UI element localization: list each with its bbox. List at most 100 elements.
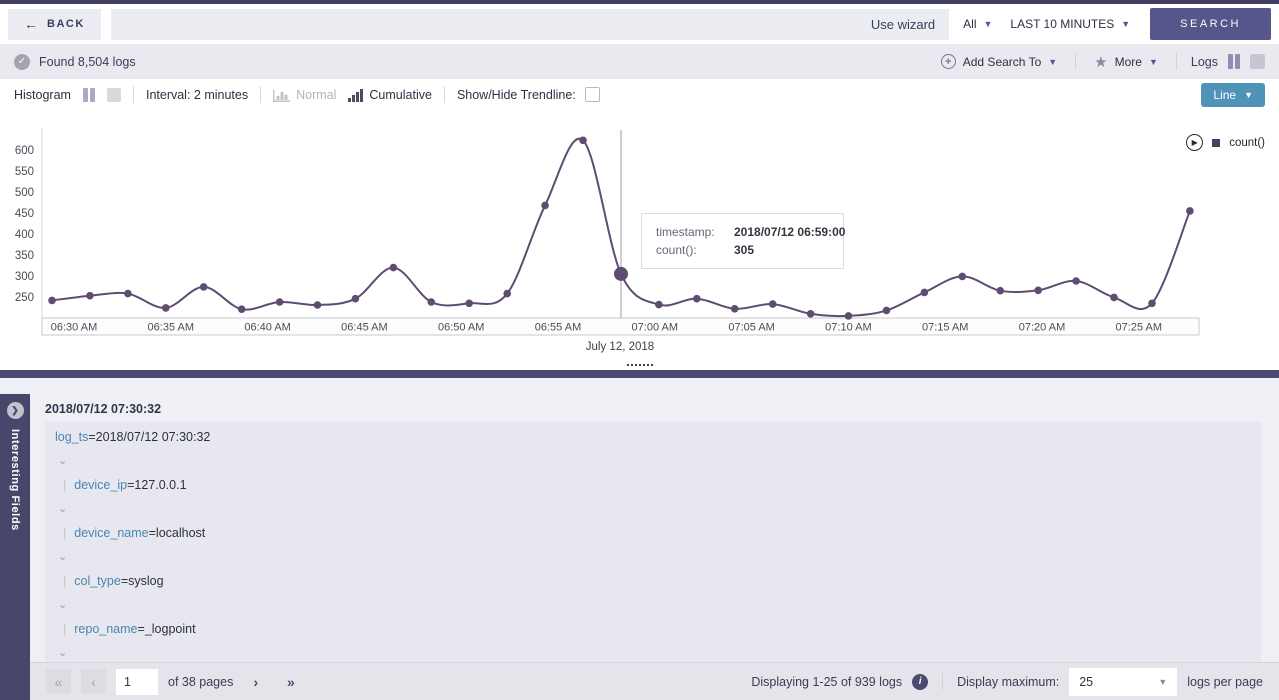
last-page-button[interactable]: » xyxy=(278,669,303,694)
separator xyxy=(133,86,134,103)
selected-data-point[interactable] xyxy=(614,267,628,281)
field-tag[interactable]: col_type=syslog⌄ xyxy=(55,574,1251,617)
search-field[interactable]: Use wizard xyxy=(111,9,949,40)
drag-grip xyxy=(627,364,653,366)
tooltip-timestamp-value: 2018/07/12 06:59:00 xyxy=(734,225,845,239)
search-button[interactable]: SEARCH xyxy=(1150,8,1271,40)
data-point[interactable] xyxy=(428,298,436,306)
x-tick-label: 06:55 AM xyxy=(535,322,581,334)
tooltip-count-label: count(): xyxy=(656,243,734,257)
scope-dropdown[interactable]: All ▼ xyxy=(959,17,996,31)
interesting-fields-title: Interesting Fields xyxy=(9,429,21,531)
data-point[interactable] xyxy=(541,202,549,210)
prev-page-button[interactable]: ‹ xyxy=(81,669,106,694)
field-tag[interactable]: device_name=localhost⌄ xyxy=(55,526,1251,569)
histogram-panel: 06:30 AM 06:35 AM 06:40 AM 06:45 AM 06:50 AM… xyxy=(0,110,1279,370)
data-point[interactable] xyxy=(769,300,777,308)
field-value: syslog xyxy=(128,574,163,588)
expand-fields-icon[interactable]: ❯ xyxy=(7,402,24,419)
data-point[interactable] xyxy=(200,283,208,291)
x-tick-label: 07:15 AM xyxy=(922,322,968,334)
data-point[interactable] xyxy=(238,305,246,313)
time-range-dropdown[interactable]: LAST 10 MINUTES ▼ xyxy=(1006,17,1134,31)
log-list: 2018/07/12 07:30:32log_ts=2018/07/12 07:… xyxy=(45,378,1279,700)
x-tick-label: 06:30 AM xyxy=(51,322,97,334)
field-key: repo_name xyxy=(74,622,137,636)
data-point[interactable] xyxy=(465,300,473,308)
data-point[interactable] xyxy=(959,273,967,281)
x-tick-label: 06:40 AM xyxy=(244,322,290,334)
field-tag[interactable]: repo_name=_logpoint⌄ xyxy=(55,622,1251,665)
info-icon[interactable]: i xyxy=(912,674,928,690)
pagination-bar: « ‹ of 38 pages › » Displaying 1-25 of 9… xyxy=(30,662,1279,700)
use-wizard-link[interactable]: Use wizard xyxy=(871,17,935,32)
data-point[interactable] xyxy=(1186,207,1194,215)
x-tick-label: 06:45 AM xyxy=(341,322,387,334)
field-key: device_ip xyxy=(74,478,127,492)
data-point[interactable] xyxy=(655,301,663,309)
x-tick-label: 07:10 AM xyxy=(825,322,871,334)
chart-type-dropdown[interactable]: Line ▼ xyxy=(1201,83,1265,107)
data-point[interactable] xyxy=(352,295,360,303)
data-point[interactable] xyxy=(314,301,322,309)
more-label: More xyxy=(1115,55,1142,69)
data-point[interactable] xyxy=(276,298,284,306)
display-maximum-select[interactable]: 25 ▼ xyxy=(1069,668,1177,696)
x-tick-label: 07:00 AM xyxy=(632,322,678,334)
histogram-bars-view-icon[interactable] xyxy=(83,88,95,102)
first-page-button[interactable]: « xyxy=(46,669,71,694)
chevron-down-icon: ⌄ xyxy=(58,497,1251,521)
data-point[interactable] xyxy=(503,290,511,298)
column-view-icon[interactable] xyxy=(1228,54,1240,69)
next-page-button[interactable]: › xyxy=(243,669,268,694)
field-tag[interactable]: log_ts=2018/07/12 07:30:32⌄ xyxy=(55,430,1251,473)
back-button[interactable]: ← BACK xyxy=(8,9,101,40)
grid-view-icon[interactable] xyxy=(1250,54,1265,69)
search-input[interactable] xyxy=(125,17,871,32)
field-separator: | xyxy=(63,526,66,540)
y-tick-label: 550 xyxy=(15,166,34,178)
data-point[interactable] xyxy=(124,290,132,298)
data-point[interactable] xyxy=(883,307,891,315)
field-key: device_name xyxy=(74,526,148,540)
histogram-solid-view-icon[interactable] xyxy=(107,88,121,102)
data-point[interactable] xyxy=(390,264,398,272)
data-point[interactable] xyxy=(86,292,94,300)
more-dropdown[interactable]: ★ More ▼ xyxy=(1090,53,1162,71)
data-point[interactable] xyxy=(579,137,587,145)
data-point[interactable] xyxy=(48,297,56,305)
data-point[interactable] xyxy=(845,312,853,320)
trendline-checkbox[interactable] xyxy=(585,87,600,102)
data-point[interactable] xyxy=(731,305,739,313)
data-point[interactable] xyxy=(162,304,170,312)
x-tick-label: 06:50 AM xyxy=(438,322,484,334)
chevron-down-icon: ▼ xyxy=(1244,90,1253,100)
field-tag[interactable]: device_ip=127.0.0.1⌄ xyxy=(55,478,1251,521)
x-tick-label: 07:25 AM xyxy=(1116,322,1162,334)
add-search-to-dropdown[interactable]: + Add Search To ▼ xyxy=(937,54,1061,69)
cumulative-mode-button[interactable]: Cumulative xyxy=(348,88,432,102)
interesting-fields-rail[interactable]: ❯ Interesting Fields xyxy=(0,394,30,700)
field-value: _logpoint xyxy=(145,622,196,636)
separator xyxy=(260,86,261,103)
data-point[interactable] xyxy=(1072,277,1080,285)
normal-mode-button[interactable]: Normal xyxy=(273,88,336,102)
data-point[interactable] xyxy=(693,295,701,303)
back-arrow-icon: ← xyxy=(24,16,38,32)
play-circle-icon[interactable]: ▶ xyxy=(1186,134,1203,151)
data-point[interactable] xyxy=(921,289,929,297)
x-tick-label: 06:35 AM xyxy=(148,322,194,334)
chart-tooltip: timestamp: 2018/07/12 06:59:00 count(): … xyxy=(641,213,844,269)
data-point[interactable] xyxy=(1034,287,1042,295)
tooltip-timestamp-label: timestamp: xyxy=(656,225,734,239)
page-number-input[interactable] xyxy=(116,669,158,695)
data-point[interactable] xyxy=(997,287,1005,295)
separator xyxy=(942,673,943,690)
data-point[interactable] xyxy=(1110,294,1118,302)
data-point[interactable] xyxy=(807,310,815,318)
chevron-down-icon: ▼ xyxy=(1149,57,1158,67)
star-icon: ★ xyxy=(1094,53,1107,71)
trendline-label: Show/Hide Trendline: xyxy=(457,88,576,102)
data-point[interactable] xyxy=(1148,300,1156,308)
display-maximum-value: 25 xyxy=(1079,675,1093,689)
